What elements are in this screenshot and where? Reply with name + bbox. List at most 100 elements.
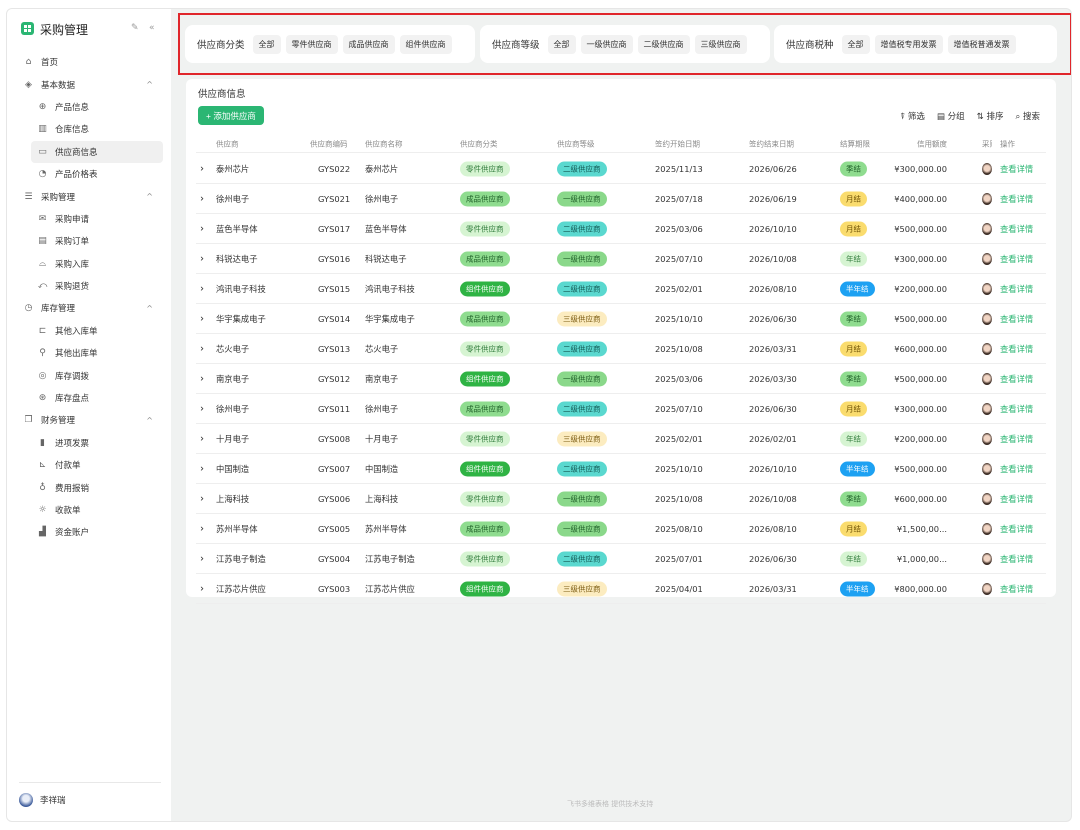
user-profile[interactable]: 李祥瑞: [19, 782, 161, 807]
table-row[interactable]: › 泰州芯片 GYS022 泰州芯片 2025/11/13 2026/06/26 零件供应商…: [196, 154, 1046, 184]
table-row[interactable]: › 江苏芯片供应 GYS003 江苏芯片供应 2025/04/01 2026/03/31 组…: [196, 574, 1046, 604]
filter-option[interactable]: 一级供应商: [580, 34, 633, 54]
filter-option[interactable]: 二级供应商: [637, 34, 690, 54]
table-row[interactable]: › 徐州电子 GYS011 徐州电子 2025/07/10 2026/06/30 成品供应商…: [196, 394, 1046, 424]
sidebar-item[interactable]: ◈ 基本数据 ^: [7, 73, 171, 95]
expand-chevron-icon[interactable]: ›: [200, 433, 204, 444]
sidebar-item[interactable]: ▥ 仓库信息: [7, 118, 171, 140]
sidebar-item[interactable]: ⤺ 采购退货: [7, 275, 171, 297]
view-details-link[interactable]: 查看详情: [1000, 253, 1033, 265]
view-details-link[interactable]: 查看详情: [1000, 433, 1033, 445]
sidebar-item[interactable]: ⊛ 库存盘点: [7, 387, 171, 409]
filter-option[interactable]: 三级供应商: [694, 34, 747, 54]
filter-option[interactable]: 增值税普通发票: [947, 34, 1016, 54]
expand-chevron-icon[interactable]: ›: [200, 373, 204, 384]
sidebar-item[interactable]: ❐ 财务管理 ^: [7, 409, 171, 431]
expand-chevron-icon[interactable]: ›: [200, 223, 204, 234]
view-details-link[interactable]: 查看详情: [1000, 493, 1033, 505]
expand-chevron-icon[interactable]: ›: [200, 253, 204, 264]
table-row[interactable]: › 南京电子 GYS012 南京电子 2025/03/06 2026/03/30 组件供应商…: [196, 364, 1046, 394]
sidebar-item[interactable]: ⌓ 采购入库: [7, 253, 171, 275]
sidebar-item[interactable]: ◎ 库存调拨: [7, 364, 171, 386]
table-row[interactable]: › 中国制造 GYS007 中国制造 2025/10/10 2026/10/10 组件供应商…: [196, 454, 1046, 484]
chevron-up-icon[interactable]: ^: [146, 80, 153, 89]
chevron-up-icon[interactable]: ^: [146, 304, 153, 313]
view-details-link[interactable]: 查看详情: [1000, 163, 1033, 175]
table-row[interactable]: › 鸿讯电子科技 GYS015 鸿讯电子科技 2025/02/01 2026/08/10 组…: [196, 274, 1046, 304]
toolbar-group-button[interactable]: ▤ 分组: [937, 110, 965, 122]
sidebar-item[interactable]: ▭ 供应商信息: [31, 140, 163, 163]
expand-chevron-icon[interactable]: ›: [200, 553, 204, 564]
view-details-link[interactable]: 查看详情: [1000, 283, 1033, 295]
sidebar-item[interactable]: ⚲ 其他出库单: [7, 342, 171, 364]
sidebar-item[interactable]: ▮ 进项发票: [7, 432, 171, 454]
sidebar-item[interactable]: ☰ 采购管理 ^: [7, 185, 171, 207]
expand-chevron-icon[interactable]: ›: [200, 313, 204, 324]
view-details-link[interactable]: 查看详情: [1000, 193, 1033, 205]
view-details-link[interactable]: 查看详情: [1000, 403, 1033, 415]
view-details-link[interactable]: 查看详情: [1000, 583, 1033, 595]
filter-option[interactable]: 成品供应商: [342, 34, 395, 54]
chevron-up-icon[interactable]: ^: [146, 416, 153, 425]
column-header[interactable]: 签约开始日期: [655, 138, 700, 149]
view-details-link[interactable]: 查看详情: [1000, 313, 1033, 325]
column-header[interactable]: 供应商: [216, 138, 239, 149]
sidebar-item[interactable]: ⌂ 首页: [7, 51, 171, 73]
expand-chevron-icon[interactable]: ›: [200, 283, 204, 294]
view-details-link[interactable]: 查看详情: [1000, 223, 1033, 235]
sidebar-item[interactable]: ⊕ 产品信息: [7, 96, 171, 118]
view-details-link[interactable]: 查看详情: [1000, 553, 1033, 565]
column-header[interactable]: 供应商分类: [460, 138, 498, 149]
table-row[interactable]: › 华宇集成电子 GYS014 华宇集成电子 2025/10/10 2026/06/30 成…: [196, 304, 1046, 334]
filter-option[interactable]: 增值税专用发票: [874, 34, 943, 54]
edit-icon[interactable]: ✎: [131, 23, 139, 33]
toolbar-filter-button[interactable]: ⍒ 筛选: [900, 110, 925, 122]
filter-option[interactable]: 组件供应商: [399, 34, 452, 54]
toolbar-sort-button[interactable]: ⇅ 排序: [977, 110, 1004, 122]
sidebar-item[interactable]: ▤ 采购订单: [7, 230, 171, 252]
column-header[interactable]: 采购: [982, 138, 992, 149]
sidebar-item[interactable]: ⊾ 付款单: [7, 454, 171, 476]
sidebar-item[interactable]: ▟ 资金账户: [7, 521, 171, 543]
expand-chevron-icon[interactable]: ›: [200, 463, 204, 474]
sidebar-item[interactable]: ♁ 费用报销: [7, 476, 171, 498]
sidebar-item[interactable]: ☼ 收款单: [7, 499, 171, 521]
table-row[interactable]: › 苏州半导体 GYS005 苏州半导体 2025/08/10 2026/08/10 成品供…: [196, 514, 1046, 544]
expand-chevron-icon[interactable]: ›: [200, 163, 204, 174]
expand-chevron-icon[interactable]: ›: [200, 343, 204, 354]
sidebar-item[interactable]: ◔ 产品价格表: [7, 163, 171, 185]
view-details-link[interactable]: 查看详情: [1000, 373, 1033, 385]
add-supplier-button[interactable]: + 添加供应商: [198, 106, 264, 125]
view-details-link[interactable]: 查看详情: [1000, 523, 1033, 535]
sidebar-item[interactable]: ◷ 库存管理 ^: [7, 297, 171, 319]
collapse-sidebar-icon[interactable]: «: [149, 23, 155, 33]
view-details-link[interactable]: 查看详情: [1000, 463, 1033, 475]
filter-option[interactable]: 零件供应商: [285, 34, 338, 54]
view-details-link[interactable]: 查看详情: [1000, 343, 1033, 355]
column-header[interactable]: 结算期限: [840, 138, 870, 149]
column-header[interactable]: 供应商名称: [365, 138, 403, 149]
table-row[interactable]: › 蓝色半导体 GYS017 蓝色半导体 2025/03/06 2026/10/10 零件供…: [196, 214, 1046, 244]
sidebar-item[interactable]: ✉ 采购申请: [7, 208, 171, 230]
expand-chevron-icon[interactable]: ›: [200, 523, 204, 534]
toolbar-search-button[interactable]: ⌕ 搜索: [1016, 110, 1040, 122]
filter-option[interactable]: 全部: [252, 34, 281, 54]
filter-option[interactable]: 全部: [547, 34, 576, 54]
expand-chevron-icon[interactable]: ›: [200, 493, 204, 504]
chevron-up-icon[interactable]: ^: [146, 192, 153, 201]
table-row[interactable]: › 十月电子 GYS008 十月电子 2025/02/01 2026/02/01 零件供应商…: [196, 424, 1046, 454]
table-row[interactable]: › 上海科技 GYS006 上海科技 2025/10/08 2026/10/08 零件供应商…: [196, 484, 1046, 514]
table-row[interactable]: › 科锐达电子 GYS016 科锐达电子 2025/07/10 2026/10/08 成品供…: [196, 244, 1046, 274]
expand-chevron-icon[interactable]: ›: [200, 583, 204, 594]
column-header[interactable]: 供应商等级: [557, 138, 595, 149]
column-header[interactable]: 信用额度: [917, 138, 947, 149]
table-row[interactable]: › 徐州电子 GYS021 徐州电子 2025/07/18 2026/06/19 成品供应商…: [196, 184, 1046, 214]
sidebar-item[interactable]: ⊏ 其他入库单: [7, 320, 171, 342]
table-row[interactable]: › 芯火电子 GYS013 芯火电子 2025/10/08 2026/03/31 零件供应商…: [196, 334, 1046, 364]
expand-chevron-icon[interactable]: ›: [200, 193, 204, 204]
filter-option[interactable]: 全部: [841, 34, 870, 54]
column-header[interactable]: 签约结束日期: [749, 138, 794, 149]
expand-chevron-icon[interactable]: ›: [200, 403, 204, 414]
table-row[interactable]: › 江苏电子制造 GYS004 江苏电子制造 2025/07/01 2026/06/30 零…: [196, 544, 1046, 574]
column-header[interactable]: 供应商编码: [310, 138, 348, 149]
